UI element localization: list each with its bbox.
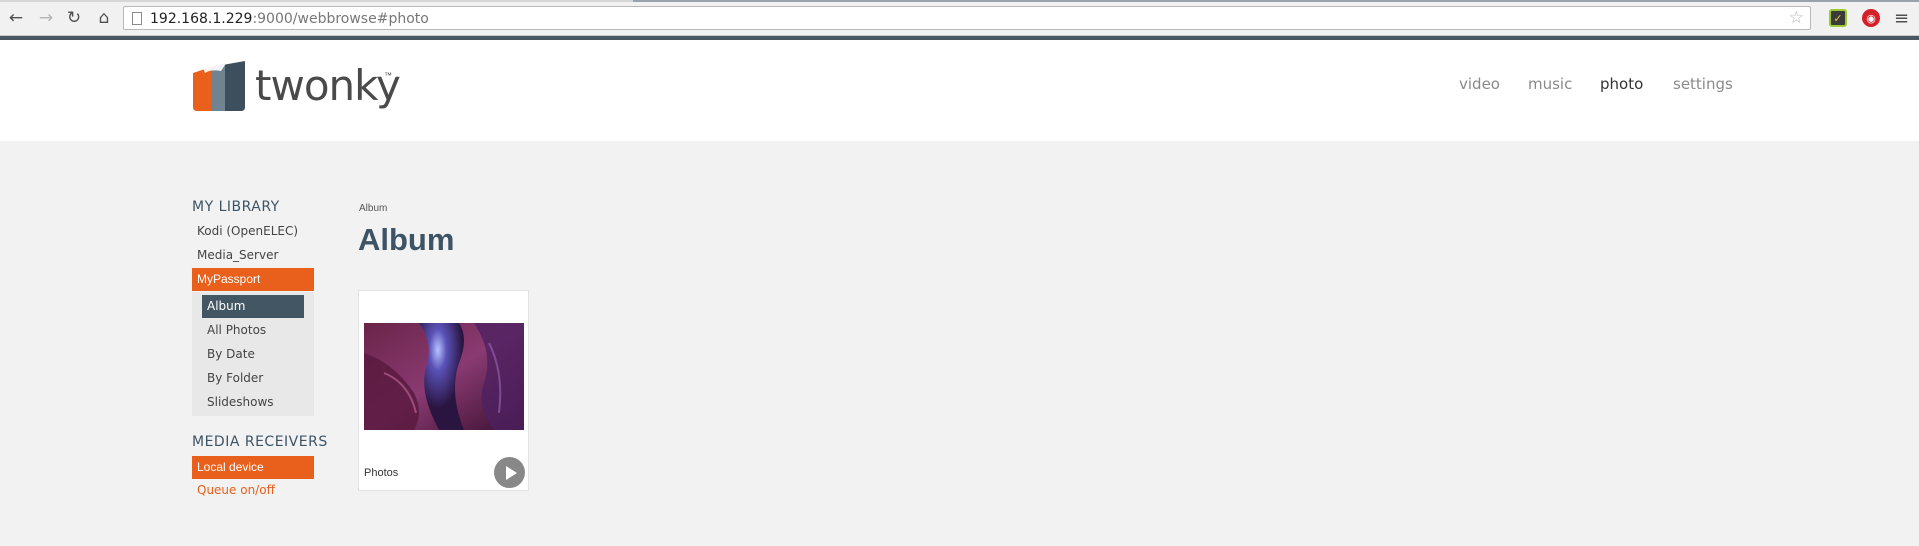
- menu-icon[interactable]: ≡: [1894, 8, 1909, 29]
- extension-check-icon[interactable]: ✓: [1829, 9, 1847, 27]
- album-name[interactable]: Photos: [364, 467, 398, 479]
- subnav-by-date[interactable]: By Date: [202, 343, 304, 366]
- url-host: 192.168.1.229: [150, 11, 253, 27]
- forward-arrow-icon[interactable]: →: [36, 8, 56, 28]
- nav-music[interactable]: music: [1528, 75, 1572, 93]
- nav-photo[interactable]: photo: [1600, 75, 1643, 93]
- page-icon: [132, 12, 142, 25]
- active-tab-indicator: [633, 0, 1919, 2]
- nav-video[interactable]: video: [1459, 75, 1500, 93]
- url-path: :9000/webbrowse#photo: [252, 11, 429, 27]
- site-header: twonky ™ video music photo settings: [0, 40, 1919, 141]
- extension-record-icon[interactable]: ◉: [1862, 9, 1880, 27]
- library-heading: MY LIBRARY: [192, 199, 280, 215]
- breadcrumb[interactable]: Album: [359, 203, 387, 214]
- page-title: Album: [358, 222, 455, 257]
- library-item-kodi[interactable]: Kodi (OpenELEC): [192, 220, 314, 243]
- subnav-slideshows[interactable]: Slideshows: [202, 391, 304, 414]
- receivers-heading: MEDIA RECEIVERS: [192, 434, 328, 450]
- reload-icon[interactable]: ↻: [64, 8, 84, 28]
- nav-settings[interactable]: settings: [1673, 75, 1733, 93]
- logo-wordmark: twonky: [255, 61, 401, 110]
- tab-strip: [0, 0, 1919, 2]
- back-arrow-icon[interactable]: ←: [6, 8, 26, 28]
- url-text[interactable]: 192.168.1.229:9000/webbrowse#photo: [150, 11, 429, 27]
- twonky-logo[interactable]: twonky ™: [191, 59, 401, 115]
- subnav-album[interactable]: Album: [202, 295, 304, 318]
- bookmark-star-icon[interactable]: ☆: [1789, 8, 1804, 28]
- address-bar[interactable]: 192.168.1.229:9000/webbrowse#photo ☆: [123, 6, 1811, 30]
- twonky-logo-mark: [193, 60, 245, 111]
- queue-toggle-link[interactable]: Queue on/off: [197, 483, 275, 497]
- browser-toolbar: ← → ↻ ⌂ 192.168.1.229:9000/webbrowse#pho…: [0, 0, 1919, 36]
- library-item-mypassport[interactable]: MyPassport: [192, 268, 314, 291]
- receiver-local-device[interactable]: Local device: [192, 456, 314, 479]
- play-icon[interactable]: [494, 457, 525, 488]
- album-thumbnail[interactable]: [364, 323, 524, 430]
- home-icon[interactable]: ⌂: [94, 8, 114, 28]
- canyon-photo: [364, 323, 524, 430]
- album-card[interactable]: Photos: [358, 290, 529, 491]
- subnav-all-photos[interactable]: All Photos: [202, 319, 304, 342]
- library-item-media-server[interactable]: Media_Server: [192, 244, 314, 267]
- subnav-by-folder[interactable]: By Folder: [202, 367, 304, 390]
- logo-trademark: ™: [384, 71, 392, 80]
